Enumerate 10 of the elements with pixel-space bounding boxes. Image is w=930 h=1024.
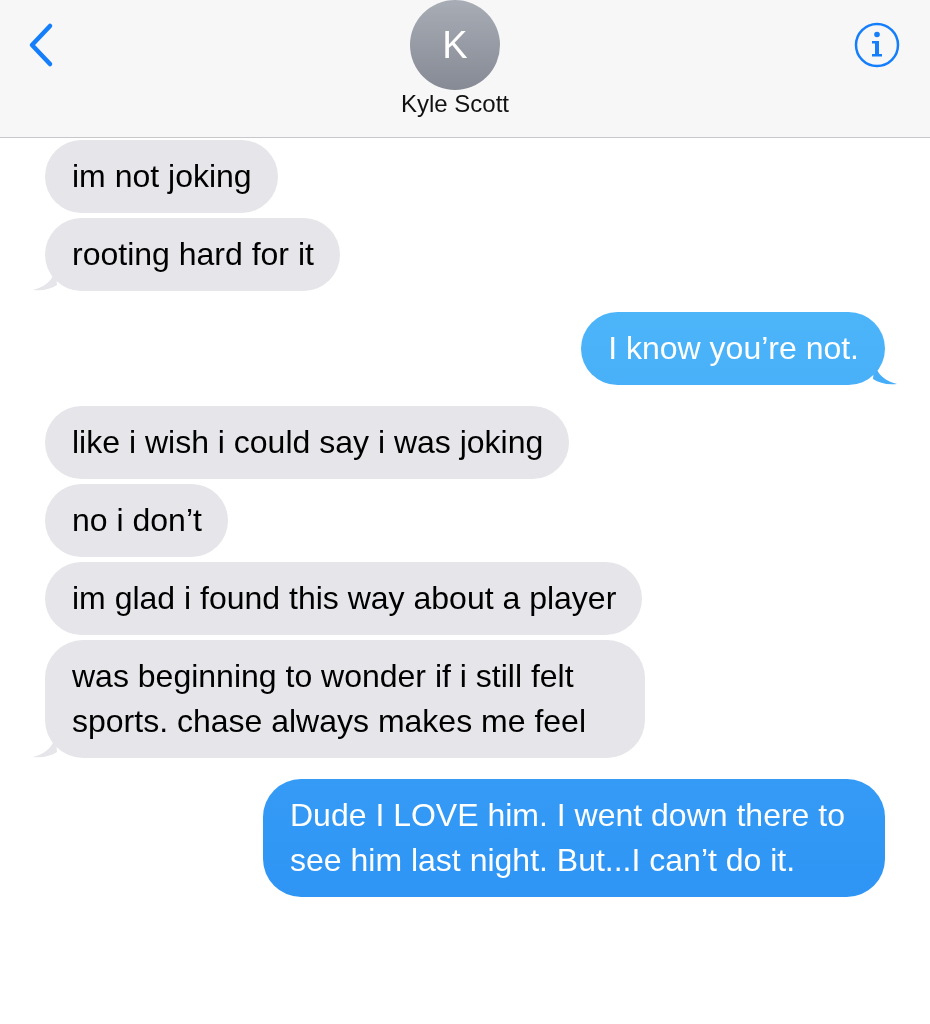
contact-name[interactable]: Kyle Scott xyxy=(400,90,509,118)
received-message: im not joking xyxy=(45,140,278,213)
received-message: im glad i found this way about a player xyxy=(45,562,643,635)
received-message: like i wish i could say i was joking xyxy=(45,406,570,479)
received-message: no i don’t xyxy=(45,484,228,557)
sent-message: I know you’re not. xyxy=(581,312,885,385)
info-icon[interactable] xyxy=(854,22,900,68)
sent-message: Dude I LOVE him. I went down there to see him last night. But...I can’t do it. xyxy=(263,779,885,897)
received-message: rooting hard for it xyxy=(45,218,340,291)
received-message: was beginning to wonder if i still felt sports. chase always makes me feel xyxy=(45,640,645,758)
